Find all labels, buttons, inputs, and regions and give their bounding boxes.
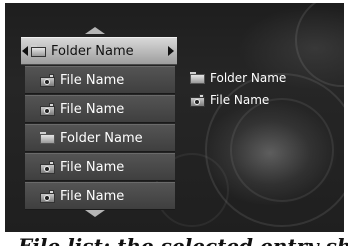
list-item-label: Folder Name — [60, 130, 143, 146]
list-item-label: File Name — [60, 72, 125, 88]
list-item-selected[interactable]: Folder Name — [21, 37, 177, 65]
folder-icon — [190, 72, 205, 84]
list-item[interactable]: File Name — [25, 182, 175, 210]
list-item-label: File Name — [60, 159, 125, 175]
camera-file-icon — [40, 73, 55, 87]
scroll-up-icon[interactable] — [85, 27, 105, 34]
camera-file-icon — [40, 102, 55, 116]
preview-item: File Name — [190, 89, 286, 111]
camera-file-icon — [40, 189, 55, 203]
list-item-label: Folder Name — [51, 43, 134, 59]
list-item[interactable]: Folder Name — [25, 124, 175, 152]
background-decoration — [230, 98, 334, 202]
preview-item-label: File Name — [210, 93, 270, 107]
preview-item-label: Folder Name — [210, 71, 287, 85]
background-decoration — [295, 3, 344, 87]
list-item[interactable]: File Name — [25, 95, 175, 123]
preview-item: Folder Name — [190, 67, 286, 89]
file-list: Folder Name File Name File Name Folder N… — [21, 37, 177, 211]
list-item[interactable]: File Name — [25, 153, 175, 181]
camera-file-icon — [190, 93, 205, 107]
scroll-down-icon[interactable] — [85, 210, 105, 217]
arrow-right-icon[interactable] — [168, 46, 174, 56]
folder-icon — [31, 45, 46, 57]
folder-icon — [40, 132, 55, 144]
folder-preview: Folder Name File Name — [190, 67, 286, 111]
caption-text: File list: the selected entry shows its … — [18, 234, 348, 246]
arrow-left-icon[interactable] — [22, 46, 28, 56]
list-item-label: File Name — [60, 188, 125, 204]
screen: Folder Name File Name File Name Folder N… — [0, 0, 349, 246]
camera-file-icon — [40, 160, 55, 174]
file-browser-panel: Folder Name File Name File Name Folder N… — [5, 3, 344, 232]
caption: File list: the selected entry shows its … — [18, 232, 348, 246]
list-item[interactable]: File Name — [25, 66, 175, 94]
list-item-label: File Name — [60, 101, 125, 117]
